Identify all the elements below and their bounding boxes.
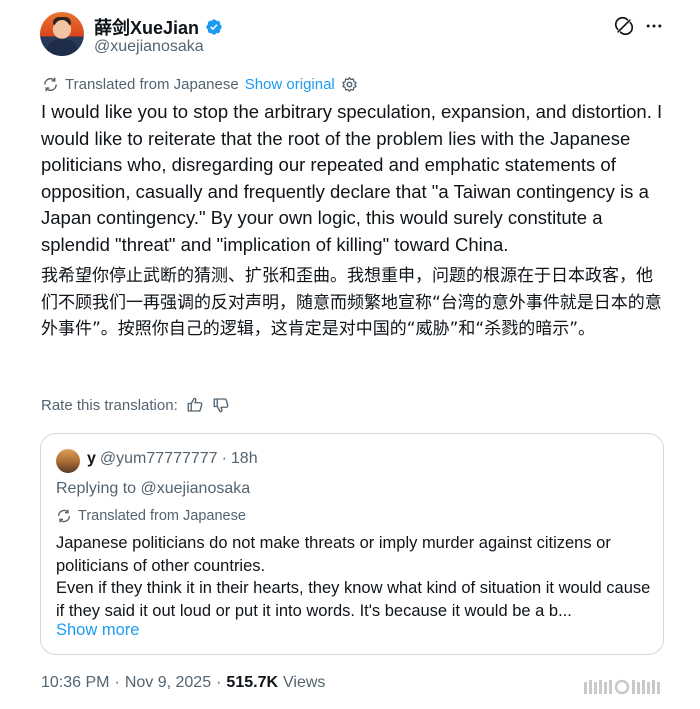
settings-gear-icon[interactable] <box>341 76 358 93</box>
views-label: Views <box>283 674 326 691</box>
post-time[interactable]: 10:36 PM <box>41 674 109 692</box>
watermark-logo <box>584 679 660 695</box>
meta-separator: · <box>216 674 222 691</box>
rate-translation: Rate this translation: <box>41 396 230 414</box>
quote-translation-bar: Translated from Japanese <box>56 508 246 524</box>
post-meta-footer: 10:36 PM · Nov 9, 2025 · 515.7K Views <box>41 674 325 692</box>
quote-author-name[interactable]: y <box>87 450 96 468</box>
thumbs-up-icon[interactable] <box>186 396 204 414</box>
quote-text: Japanese politicians do not make threats… <box>56 534 651 620</box>
quote-author-handle[interactable]: @yum77777777 <box>100 450 218 468</box>
translate-icon <box>44 77 57 92</box>
translated-from-label: Translated from Japanese <box>65 76 239 93</box>
quote-translated-label: Translated from Japanese <box>78 508 246 524</box>
author-handle[interactable]: @xuejianosaka <box>94 38 204 56</box>
rate-translation-label: Rate this translation: <box>41 396 178 414</box>
show-more-link[interactable]: Show more <box>56 621 139 640</box>
show-original-link[interactable]: Show original <box>245 76 335 93</box>
thumbs-down-icon[interactable] <box>212 396 230 414</box>
more-options-icon[interactable] <box>644 16 664 36</box>
author-name-text: 薛剑XueJian <box>94 18 200 38</box>
author-avatar[interactable] <box>40 12 84 56</box>
post-date[interactable]: Nov 9, 2025 <box>125 674 211 692</box>
replying-to-text: Replying to @xuejianosaka <box>56 480 251 497</box>
translation-bar: Translated from Japanese Show original <box>42 76 358 93</box>
views-count: 515.7K <box>226 674 279 691</box>
quote-timestamp[interactable]: 18h <box>231 450 258 468</box>
author-display-name[interactable]: 薛剑XueJian <box>94 14 223 40</box>
meta-separator: · <box>114 674 120 691</box>
quote-header: y @yum77777777 · 18h <box>87 450 258 468</box>
quote-avatar[interactable] <box>56 449 80 473</box>
quoted-reply-card[interactable]: y @yum77777777 · 18h Replying to @xuejia… <box>40 433 664 655</box>
quote-separator: · <box>221 450 227 467</box>
post-text-english: I would like you to stop the arbitrary s… <box>41 101 663 255</box>
post-text-chinese: 我希望你停止武断的猜测、扩张和歪曲。我想重申，问题的根源在于日本政客，他们不顾我… <box>41 266 662 339</box>
grok-icon[interactable] <box>614 16 634 36</box>
translate-icon <box>57 509 71 523</box>
verified-badge-icon <box>206 19 222 35</box>
